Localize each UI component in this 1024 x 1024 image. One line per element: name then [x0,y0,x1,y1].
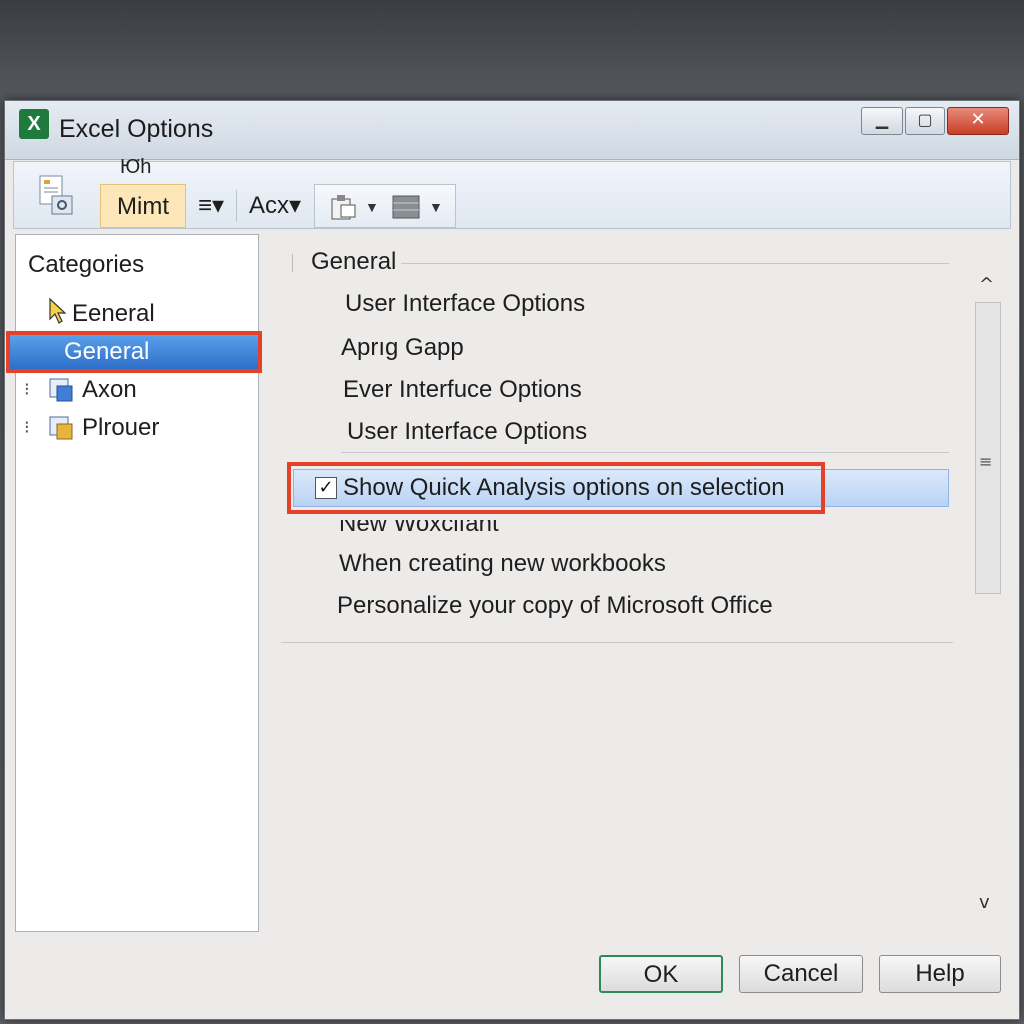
option-new-workbooks-heading: When creating new workbooks [339,550,666,577]
chevron-down-icon[interactable]: ▼ [365,199,379,215]
option-divider [341,452,949,453]
scroll-grip-icon[interactable]: ≡ [979,452,992,471]
tree-expander-icon[interactable]: ⁝ [24,411,30,445]
section-title: General [311,248,397,275]
toolbar-top-label: Ю̈h [120,156,152,178]
close-button[interactable]: ✕ [947,107,1009,135]
document-settings-icon[interactable] [36,174,76,225]
option-aprig-gapp: Aprıg Gapp [341,334,464,361]
option-personalize: Personalize your copy of Microsoft Offic… [337,592,773,619]
highlight-box [287,462,825,514]
option-ever-interface: Ever Interfuce Options [343,376,582,403]
sidebar-item-label: Eeneral [72,300,155,327]
tree-node-icon [48,415,74,451]
options-content: General User Interface Options Aprıg Gap… [273,234,1003,932]
cancel-button[interactable]: Cancel [739,955,863,993]
maximize-button[interactable]: ▢ [905,107,945,135]
sidebar-item-axon[interactable]: ⁝ Axon [16,373,256,407]
categories-heading: Categories [28,251,145,278]
chevron-down-icon[interactable]: ▼ [429,199,443,215]
excel-options-dialog: X Excel Options ▁ ▢ ✕ Ю̈h Mimt ≡▾ Acx▾ ▼… [4,100,1020,1020]
scroll-track[interactable] [975,302,1001,594]
excel-app-icon: X [19,109,49,139]
sidebar-item-eeneral[interactable]: Eeneral [16,297,256,331]
option-divider-bottom [281,642,953,643]
sidebar-item-label: Plrouer [82,414,160,441]
vertical-scrollbar[interactable]: ^ ≡ v [973,274,1003,918]
sidebar-item-label: Axon [82,376,137,403]
scroll-up-icon[interactable]: ^ [979,274,994,295]
section-divider [401,263,949,264]
window-title: Excel Options [59,115,214,143]
sidebar-item-general[interactable]: General [6,331,262,373]
option-new-workbook: New Woxclfant [339,510,499,537]
paste-icon[interactable] [329,193,359,226]
title-bar: X Excel Options ▁ ▢ ✕ [5,101,1019,160]
help-button[interactable]: Help [879,955,1001,993]
tree-expander-icon[interactable]: ⁝ [24,373,30,407]
section-tick [292,254,293,272]
minimize-button[interactable]: ▁ [861,107,903,135]
categories-sidebar: Categories Eeneral General ⁝ Axon ⁝ Plro… [6,234,262,932]
toolbar-item-acx[interactable]: Acx▾ [240,184,310,228]
layout-icon[interactable] [391,193,421,226]
toolbar-separator [236,190,237,222]
option-user-interface: User Interface Options [345,290,586,317]
tree-node-icon [48,377,74,413]
toolbar-item-list[interactable]: ≡▾ [188,184,234,228]
options-toolbar: Ю̈h Mimt ≡▾ Acx▾ ▼ ▼ [13,156,1011,229]
ok-button[interactable]: OK [599,955,723,993]
scroll-down-icon[interactable]: v [979,892,990,913]
cursor-arrow-icon [48,297,68,336]
sidebar-item-plrouer[interactable]: ⁝ Plrouer [16,411,256,445]
option-user-interface-2: User Interface Options [347,418,588,445]
toolbar-item-mimt[interactable]: Mimt [100,184,186,228]
toolbar-group: ▼ ▼ [314,184,456,228]
